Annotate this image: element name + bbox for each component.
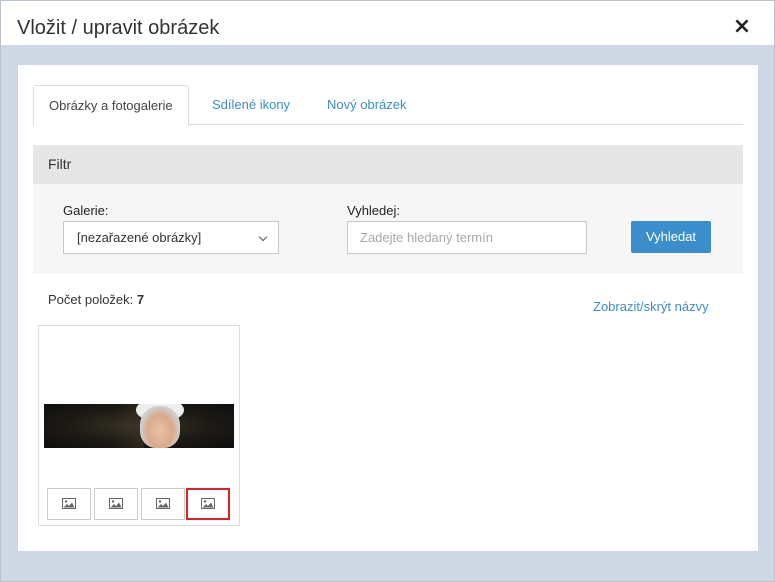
thumbnail-face [140, 406, 180, 448]
search-button[interactable]: Vyhledat [631, 221, 711, 253]
image-icon [156, 498, 170, 509]
search-label: Vyhledej: [347, 203, 400, 218]
gallery-select-value: [nezařazené obrázky] [77, 230, 202, 245]
gallery-select[interactable]: [nezařazené obrázky] [63, 221, 279, 254]
item-count-value: 7 [136, 292, 145, 307]
dialog: Vložit / upravit obrázek × Obrázky a fot… [0, 0, 775, 582]
image-thumbnail[interactable] [44, 404, 234, 448]
item-count: Počet položek: 7 [48, 292, 144, 307]
tab-shared-icons[interactable]: Sdílené ikony [197, 85, 305, 125]
search-input[interactable] [347, 221, 587, 254]
close-icon[interactable]: × [732, 15, 752, 39]
filter-heading: Filtr [33, 145, 743, 184]
image-icon [109, 498, 123, 509]
dialog-title: Vložit / upravit obrázek [17, 17, 220, 39]
insert-size-button-3[interactable] [141, 488, 185, 520]
gallery-label: Galerie: [63, 203, 109, 218]
dialog-body: Obrázky a fotogalerie Sdílené ikony Nový… [18, 65, 758, 551]
tab-new-image[interactable]: Nový obrázek [312, 85, 421, 125]
tab-images-gallery[interactable]: Obrázky a fotogalerie [33, 85, 189, 126]
toggle-names-link[interactable]: Zobrazit/skrýt názvy [593, 299, 709, 314]
insert-size-button-1[interactable] [47, 488, 91, 520]
image-card [38, 325, 240, 526]
dialog-header: Vložit / upravit obrázek × [1, 1, 774, 45]
insert-size-button-4[interactable] [186, 488, 230, 520]
chevron-down-icon [258, 232, 268, 242]
tab-bar: Obrázky a fotogalerie Sdílené ikony Nový… [33, 85, 743, 126]
filter-panel: Galerie: [nezařazené obrázky] Vyhledej: … [33, 184, 743, 274]
item-count-label: Počet položek: [48, 292, 134, 307]
image-icon [201, 498, 215, 509]
image-icon [62, 498, 76, 509]
insert-size-button-2[interactable] [94, 488, 138, 520]
